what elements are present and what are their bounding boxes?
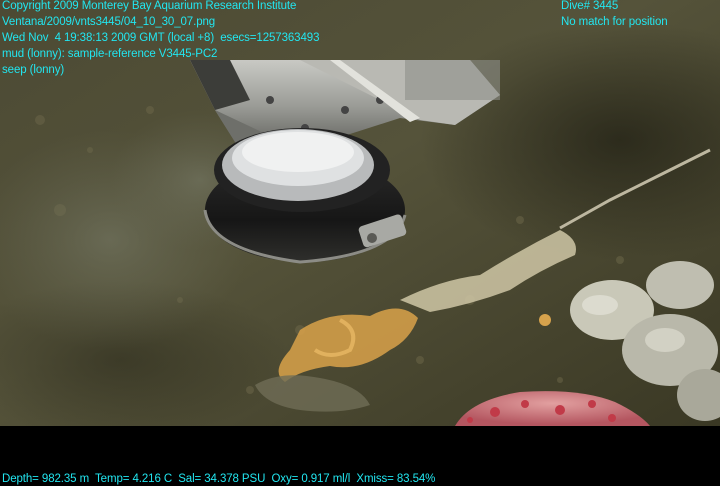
mat-patch — [539, 314, 551, 326]
annotation-seep-text: seep (lonny) — [2, 64, 65, 76]
position-status-text: No match for position — [561, 16, 668, 28]
annotation-sample-text: mud (lonny): sample-reference V3445-PC2 — [2, 48, 218, 60]
push-core-sampler — [203, 128, 407, 264]
file-path-text: Ventana/2009/vnts3445/04_10_30_07.png — [2, 16, 216, 28]
video-frame: Copyright 2009 Monterey Bay Aquarium Res… — [0, 0, 720, 486]
overlay-info-right: Dive# 3445 No match for position — [561, 0, 668, 30]
overlay-info-left: Copyright 2009 Monterey Bay Aquarium Res… — [2, 0, 319, 78]
datetime-text: Wed Nov 4 19:38:13 2009 GMT (local +8) e… — [2, 32, 320, 44]
telemetry-bar: Depth= 982.35 m Temp= 4.216 C Sal= 34.37… — [2, 471, 435, 486]
copyright-text: Copyright 2009 Monterey Bay Aquarium Res… — [2, 0, 297, 12]
telemetry-text: Depth= 982.35 m Temp= 4.216 C Sal= 34.37… — [2, 473, 436, 485]
dive-number-text: Dive# 3445 — [561, 0, 619, 12]
